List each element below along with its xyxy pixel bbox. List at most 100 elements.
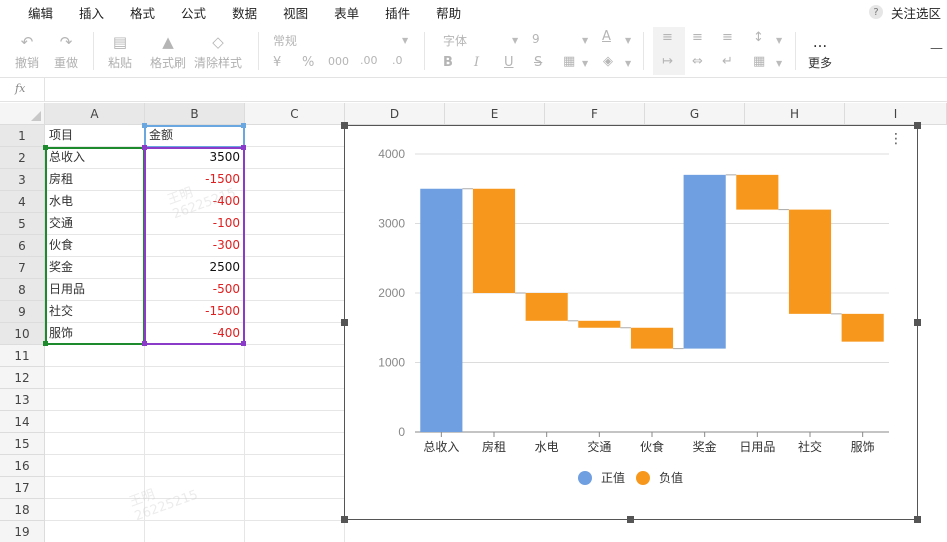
row-header[interactable]: 12 bbox=[0, 367, 45, 389]
row-header[interactable]: 5 bbox=[0, 213, 45, 235]
table-cell[interactable]: 3500 bbox=[145, 147, 245, 169]
column-header[interactable]: I bbox=[845, 103, 947, 125]
row-header[interactable]: 10 bbox=[0, 323, 45, 345]
row-header[interactable]: 13 bbox=[0, 389, 45, 411]
increase-decimal-button[interactable]: .00 bbox=[360, 54, 378, 67]
percent-button[interactable]: % bbox=[302, 55, 314, 70]
redo-button[interactable]: ↷ 重做 bbox=[54, 32, 78, 71]
table-cell[interactable] bbox=[145, 477, 245, 499]
table-cell[interactable]: 水电 bbox=[45, 191, 145, 213]
table-cell[interactable] bbox=[45, 367, 145, 389]
table-cell[interactable] bbox=[45, 345, 145, 367]
table-cell[interactable]: 伙食 bbox=[45, 235, 145, 257]
row-header[interactable]: 7 bbox=[0, 257, 45, 279]
chart-resize-handle[interactable] bbox=[627, 516, 634, 523]
table-cell[interactable]: -1500 bbox=[145, 169, 245, 191]
chart-resize-handle[interactable] bbox=[914, 122, 921, 129]
table-cell[interactable] bbox=[245, 411, 345, 433]
paste-button[interactable]: ▤ 粘贴 bbox=[108, 32, 132, 71]
table-cell[interactable] bbox=[45, 411, 145, 433]
table-cell[interactable] bbox=[245, 433, 345, 455]
row-header[interactable]: 1 bbox=[0, 125, 45, 147]
table-cell[interactable] bbox=[45, 521, 145, 542]
table-cell[interactable]: 项目 bbox=[45, 125, 145, 147]
row-header[interactable]: 15 bbox=[0, 433, 45, 455]
menu-item[interactable]: 格式 bbox=[117, 3, 168, 22]
column-header[interactable]: C bbox=[245, 103, 345, 125]
table-cell[interactable] bbox=[145, 521, 245, 542]
strikethrough-button[interactable]: S bbox=[534, 55, 542, 70]
number-format-select[interactable]: 常规 bbox=[273, 32, 297, 49]
wrap-text-icon[interactable]: ↵ bbox=[722, 54, 733, 69]
column-header[interactable]: H bbox=[745, 103, 845, 125]
table-cell[interactable] bbox=[245, 147, 345, 169]
table-cell[interactable]: -500 bbox=[145, 279, 245, 301]
table-cell[interactable]: 总收入 bbox=[45, 147, 145, 169]
table-cell[interactable] bbox=[245, 279, 345, 301]
column-header[interactable]: F bbox=[545, 103, 645, 125]
table-cell[interactable]: 房租 bbox=[45, 169, 145, 191]
font-size-select[interactable]: 9 bbox=[532, 32, 540, 46]
table-cell[interactable] bbox=[245, 125, 345, 147]
table-cell[interactable]: -100 bbox=[145, 213, 245, 235]
selection-handle[interactable] bbox=[43, 341, 48, 346]
table-cell[interactable]: 交通 bbox=[45, 213, 145, 235]
italic-button[interactable]: I bbox=[474, 55, 479, 70]
function-icon[interactable]: fx bbox=[15, 82, 25, 95]
table-cell[interactable] bbox=[145, 345, 245, 367]
bold-button[interactable]: B bbox=[443, 55, 453, 70]
menu-item[interactable]: 插件 bbox=[372, 3, 423, 22]
table-cell[interactable] bbox=[245, 367, 345, 389]
table-cell[interactable] bbox=[45, 433, 145, 455]
merge-icon[interactable]: ⇔ bbox=[692, 54, 703, 69]
menu-item[interactable]: 视图 bbox=[270, 3, 321, 22]
table-cell[interactable] bbox=[245, 257, 345, 279]
table-cell[interactable] bbox=[245, 323, 345, 345]
table-cell[interactable] bbox=[45, 477, 145, 499]
table-cell[interactable] bbox=[145, 367, 245, 389]
row-header[interactable]: 17 bbox=[0, 477, 45, 499]
table-cell[interactable] bbox=[245, 235, 345, 257]
table-cell[interactable] bbox=[245, 521, 345, 542]
thousands-button[interactable]: 000 bbox=[328, 55, 349, 68]
table-cell[interactable]: 服饰 bbox=[45, 323, 145, 345]
row-header[interactable]: 18 bbox=[0, 499, 45, 521]
table-cell[interactable] bbox=[245, 191, 345, 213]
menu-item[interactable]: 插入 bbox=[66, 3, 117, 22]
row-header[interactable]: 4 bbox=[0, 191, 45, 213]
align-center-icon[interactable]: ≡ bbox=[692, 30, 703, 45]
column-header[interactable]: D bbox=[345, 103, 445, 125]
table-cell[interactable] bbox=[45, 499, 145, 521]
row-header[interactable]: 16 bbox=[0, 455, 45, 477]
table-cell[interactable]: 2500 bbox=[145, 257, 245, 279]
collapse-toolbar-icon[interactable]: — bbox=[930, 41, 943, 56]
currency-button[interactable]: ¥ bbox=[273, 55, 281, 70]
vertical-align-icon[interactable]: ↕ bbox=[753, 30, 764, 45]
indent-icon[interactable]: ↦ bbox=[662, 54, 673, 69]
merge-cells-icon[interactable]: ▦ bbox=[753, 54, 765, 69]
fill-color-icon[interactable]: ◈ bbox=[603, 54, 613, 69]
chart-resize-handle[interactable] bbox=[914, 516, 921, 523]
row-header[interactable]: 9 bbox=[0, 301, 45, 323]
table-cell[interactable] bbox=[45, 455, 145, 477]
menu-item[interactable]: 编辑 bbox=[0, 3, 66, 22]
selection-handle[interactable] bbox=[142, 341, 147, 346]
menu-item[interactable]: 帮助 bbox=[423, 3, 474, 22]
selection-handle[interactable] bbox=[43, 145, 48, 150]
border-icon[interactable]: ▦ bbox=[563, 54, 575, 69]
menu-item[interactable]: 表单 bbox=[321, 3, 372, 22]
help-icon[interactable]: ? bbox=[868, 5, 883, 19]
more-button[interactable]: ... 更多 bbox=[808, 32, 832, 71]
format-painter-button[interactable]: ▲ 格式刷 bbox=[150, 32, 186, 71]
table-cell[interactable] bbox=[245, 213, 345, 235]
undo-button[interactable]: ↶ 撤销 bbox=[15, 32, 39, 71]
row-header[interactable]: 11 bbox=[0, 345, 45, 367]
row-header[interactable]: 3 bbox=[0, 169, 45, 191]
row-header[interactable]: 14 bbox=[0, 411, 45, 433]
table-cell[interactable]: 日用品 bbox=[45, 279, 145, 301]
align-left-icon[interactable]: ≡ bbox=[662, 30, 673, 45]
focus-selection-button[interactable]: 关注选区 bbox=[891, 3, 941, 22]
table-cell[interactable] bbox=[245, 169, 345, 191]
table-cell[interactable]: -1500 bbox=[145, 301, 245, 323]
chart-resize-handle[interactable] bbox=[341, 122, 348, 129]
